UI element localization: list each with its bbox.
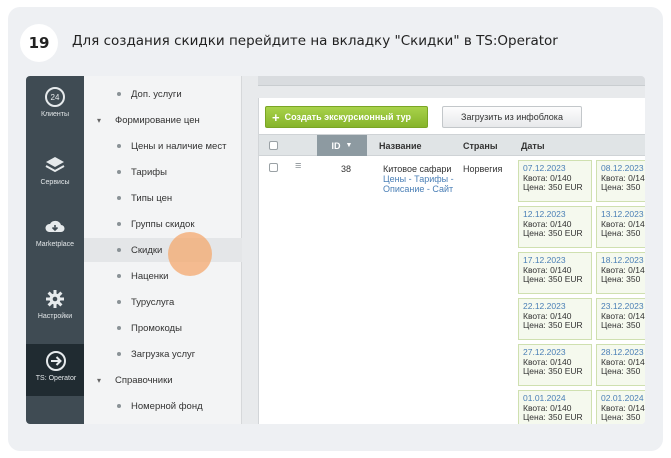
date-slot[interactable]: 02.01.2024 Квота: 0/14 Цена: 350 [596, 390, 645, 424]
main-content: + Создать экскурсионный тур Загрузить из… [242, 76, 645, 424]
column-header-dates[interactable]: Даты [521, 135, 545, 156]
sidebar-label: Настройки [37, 313, 73, 320]
menu-item[interactable]: Наценки [84, 264, 242, 288]
top-strip [258, 76, 645, 86]
bullet-icon [117, 92, 121, 96]
sidebar-label: Клиенты [40, 111, 70, 118]
row-name: Китовое сафари Цены - Тарифы - Описание … [383, 164, 461, 194]
sidebar-item-settings[interactable]: Настройки [26, 282, 84, 338]
step-number: 19 [20, 24, 58, 62]
chevron-down-icon: ▾ [97, 375, 102, 385]
cloud-download-icon [45, 220, 65, 232]
menu-item[interactable]: Промокоды [84, 316, 242, 340]
date-slot[interactable]: 23.12.2023 Квота: 0/14 Цена: 350 [596, 298, 645, 340]
date-slot[interactable]: 01.01.2024 Квота: 0/140 Цена: 350 EUR [518, 390, 592, 424]
secondary-menu: Доп. услуги ▾ Формирование цен Цены и нал… [84, 76, 242, 424]
row-id: 38 [341, 164, 352, 174]
sidebar-label: Сервисы [40, 179, 70, 186]
tour-links[interactable]: Цены - Тарифы - Описание - Сайт [383, 174, 454, 194]
row-checkbox[interactable] [269, 163, 278, 172]
menu-item-discounts[interactable]: Скидки [84, 238, 242, 262]
menu-item[interactable]: Туруслуга [84, 290, 242, 314]
bullet-icon [117, 274, 121, 278]
sidebar-item-ts-operator[interactable]: TS: Operator [26, 344, 84, 396]
menu-item[interactable]: Цены и наличие мест [84, 134, 242, 158]
date-slot[interactable]: 18.12.2023 Квота: 0/14 Цена: 350 [596, 252, 645, 294]
row-country: Норвегия [463, 164, 503, 174]
create-tour-button[interactable]: + Создать экскурсионный тур [265, 106, 428, 128]
bullet-icon [117, 222, 121, 226]
date-slot[interactable]: 08.12.2023 Квота: 0/14 Цена: 350 [596, 160, 645, 202]
sort-down-icon: ▼ [345, 142, 353, 149]
date-slot[interactable]: 07.12.2023 Квота: 0/140 Цена: 350 EUR [518, 160, 592, 202]
bullet-icon [117, 352, 121, 356]
tours-panel: + Создать экскурсионный тур Загрузить из… [258, 98, 645, 424]
date-slot[interactable]: 27.12.2023 Квота: 0/140 Цена: 350 EUR [518, 344, 592, 386]
date-slot[interactable]: 12.12.2023 Квота: 0/140 Цена: 350 EUR [518, 206, 592, 248]
menu-item[interactable]: Типы цен [84, 186, 242, 210]
menu-item[interactable]: Группы скидок [84, 212, 242, 236]
bullet-icon [117, 144, 121, 148]
click-highlight [168, 232, 212, 276]
bullet-icon [117, 248, 121, 252]
table-header: ID ▼ Название Страны Даты [259, 134, 645, 156]
sidebar-label: TS: Operator [35, 375, 77, 382]
bullet-icon [117, 404, 121, 408]
menu-item[interactable]: Номерной фонд [84, 394, 242, 418]
svg-text:24: 24 [51, 93, 60, 102]
row-menu-icon[interactable]: ≡ [295, 161, 301, 172]
bullet-icon [117, 300, 121, 304]
sidebar-item-clients[interactable]: 24 Клиенты [26, 80, 84, 136]
arrow-circle-icon [46, 351, 66, 371]
clock-24-icon: 24 [45, 87, 65, 107]
chevron-down-icon: ▾ [97, 115, 102, 125]
select-all-checkbox[interactable] [269, 141, 278, 150]
layers-icon [45, 157, 65, 173]
menu-item[interactable]: Доп. услуги [84, 82, 242, 106]
menu-item[interactable]: Загрузка услуг [84, 342, 242, 366]
gear-icon [46, 290, 64, 308]
app-sidebar: 24 Клиенты Сервисы Marketplace Настройки… [26, 76, 84, 424]
date-slot[interactable]: 17.12.2023 Квота: 0/140 Цена: 350 EUR [518, 252, 592, 294]
menu-group[interactable]: ▾ Справочники [84, 368, 242, 392]
bullet-icon [117, 326, 121, 330]
column-header-id[interactable]: ID ▼ [317, 135, 367, 156]
column-header-name[interactable]: Название [379, 135, 421, 156]
tour-name: Китовое сафари [383, 164, 452, 174]
date-slot[interactable]: 13.12.2023 Квота: 0/14 Цена: 350 [596, 206, 645, 248]
column-header-countries[interactable]: Страны [463, 135, 498, 156]
sidebar-item-marketplace[interactable]: Marketplace [26, 210, 84, 266]
menu-group[interactable]: ▾ Формирование цен [84, 108, 242, 132]
bullet-icon [117, 170, 121, 174]
load-from-infoblock-button[interactable]: Загрузить из инфоблока [442, 106, 582, 128]
plus-icon: + [272, 109, 280, 125]
sidebar-label: Marketplace [35, 241, 75, 248]
date-slot[interactable]: 22.12.2023 Квота: 0/140 Цена: 350 EUR [518, 298, 592, 340]
bullet-icon [117, 196, 121, 200]
sidebar-item-services[interactable]: Сервисы [26, 148, 84, 204]
step-instruction: Для создания скидки перейдите на вкладку… [72, 33, 558, 49]
menu-item[interactable]: Тарифы [84, 160, 242, 184]
app-screenshot: 24 Клиенты Сервисы Marketplace Настройки… [26, 76, 645, 424]
date-slot[interactable]: 28.12.2023 Квота: 0/14 Цена: 350 [596, 344, 645, 386]
